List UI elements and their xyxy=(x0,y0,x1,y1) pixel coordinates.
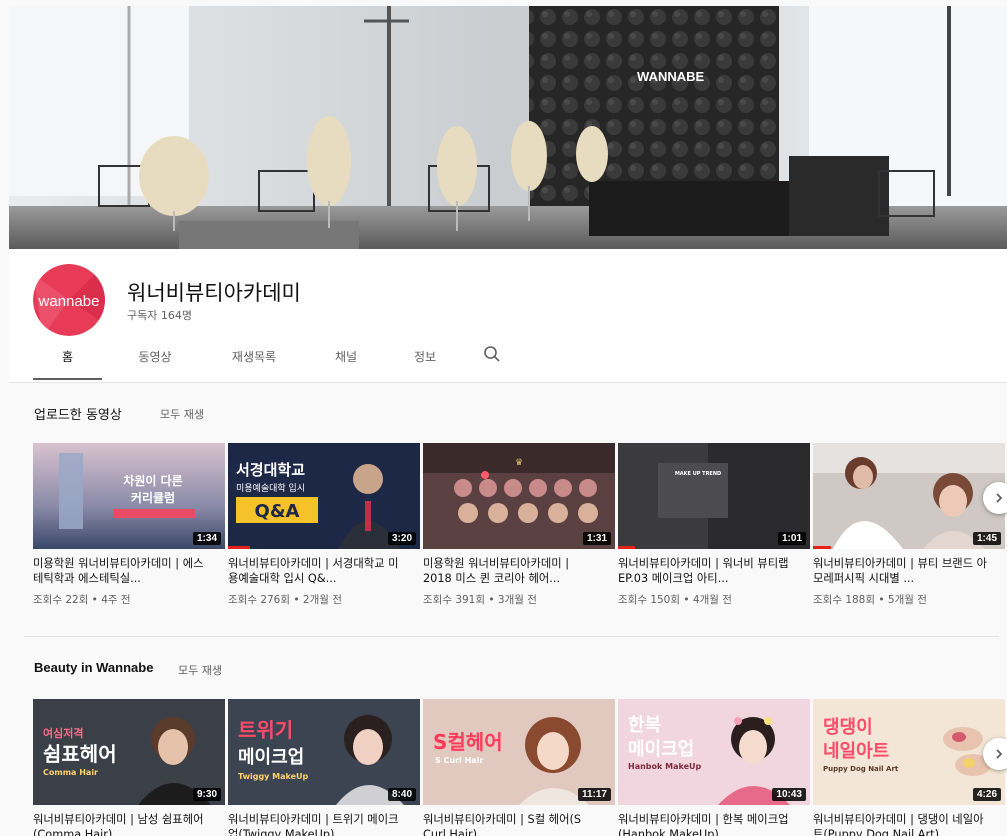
thumb-text: 차원이 다른 xyxy=(123,473,182,488)
chevron-right-icon xyxy=(993,745,1005,764)
thumb-text: 한복 xyxy=(628,715,661,736)
video-card[interactable]: 1:45 워너비뷰티아카데미 | 뷰티 브랜드 아모레퍼시픽 시대별 ... 조… xyxy=(813,443,1005,607)
video-meta: 조회수 188회 • 5개월 전 xyxy=(813,594,927,606)
video-thumbnail[interactable]: MAKE UP TREND 1:01 xyxy=(618,443,810,549)
video-duration: 1:01 xyxy=(777,532,806,545)
tab-home[interactable]: 홈 xyxy=(33,347,102,380)
shelf-next-button[interactable] xyxy=(983,482,1007,514)
video-card[interactable]: ♛ 1:31 미용학원 워너비뷰티아카데미 | 2018 미스 퀸 코리아 헤어… xyxy=(423,443,615,607)
video-card[interactable]: 트위기 메이크업 Twiggy MakeUp 8:40 워너비뷰티아카데미 | … xyxy=(228,699,420,836)
thumb-text: 네일아트 xyxy=(823,741,889,762)
thumb-text: S컬헤어 xyxy=(433,730,503,754)
thumb-text: 서경대학교 xyxy=(236,461,305,479)
video-card[interactable]: 여심저격 쉼표헤어 Comma Hair 9:30 워너비뷰티아카데미 | 남성… xyxy=(33,699,225,836)
video-thumbnail[interactable]: 댕댕이 네일아트 Puppy Dog Nail Art 4:26 xyxy=(813,699,1005,805)
channel-banner: WANNABE xyxy=(9,6,1007,249)
video-duration: 3:20 xyxy=(387,532,416,545)
video-card[interactable]: 차원이 다른 커리큘럼 1:34 미용학원 워너비뷰티아카데미 | 에스테틱학과… xyxy=(33,443,225,607)
video-thumbnail[interactable]: 차원이 다른 커리큘럼 1:34 xyxy=(33,443,225,549)
thumb-text: Q&A xyxy=(255,501,300,522)
video-duration: 1:31 xyxy=(582,532,611,545)
tab-about[interactable]: 정보 xyxy=(392,347,458,380)
channel-avatar[interactable]: wannabe xyxy=(33,264,105,336)
play-all-link[interactable]: 모두 재생 xyxy=(178,662,222,678)
channel-header: wannabe 워너비뷰티아카데미 구독자 164명 홈 동영상 재생목록 채널… xyxy=(9,249,1007,383)
video-meta: 조회수 391회 • 3개월 전 xyxy=(423,594,537,606)
avatar-text: wannabe xyxy=(38,293,100,310)
thumb-text: Hanbok MakeUp xyxy=(628,762,702,771)
video-duration: 10:43 xyxy=(772,788,806,801)
video-card[interactable]: 한복 메이크업 Hanbok MakeUp 10:43 워너비뷰티아카데미 | … xyxy=(618,699,810,836)
thumb-text: 여심저격 xyxy=(43,726,83,740)
watch-progress xyxy=(813,546,831,549)
video-thumbnail[interactable]: 한복 메이크업 Hanbok MakeUp 10:43 xyxy=(618,699,810,805)
video-title[interactable]: 워너비뷰티아카데미 | 남성 쉼표헤어(Comma Hair) xyxy=(33,812,209,836)
thumb-text: 커리큘럼 xyxy=(131,490,175,505)
video-card[interactable]: 댕댕이 네일아트 Puppy Dog Nail Art 4:26 워너비뷰티아카… xyxy=(813,699,1005,836)
thumb-text: S Curl Hair xyxy=(435,756,483,765)
video-title[interactable]: 워너비뷰티아카데미 | 뷰티 브랜드 아모레퍼시픽 시대별 ... xyxy=(813,556,989,586)
chevron-right-icon xyxy=(993,489,1005,508)
video-duration: 11:17 xyxy=(577,788,611,801)
video-card[interactable]: S컬헤어 S Curl Hair 11:17 워너비뷰티아카데미 | S컬 헤어… xyxy=(423,699,615,836)
video-meta: 조회수 276회 • 2개월 전 xyxy=(228,594,342,606)
video-title[interactable]: 워너비뷰티아카데미 | 한복 메이크업(Hanbok MakeUp) xyxy=(618,812,794,836)
thumb-text: MAKE UP TREND xyxy=(675,471,721,477)
video-thumbnail[interactable]: S컬헤어 S Curl Hair 11:17 xyxy=(423,699,615,805)
video-title[interactable]: 미용학원 워너비뷰티아카데미 | 에스테틱학과 에스테틱실... xyxy=(33,556,209,586)
video-duration: 9:30 xyxy=(192,788,221,801)
video-title[interactable]: 미용학원 워너비뷰티아카데미 | 2018 미스 퀸 코리아 헤어... xyxy=(423,556,599,586)
section-title-beauty[interactable]: Beauty in Wannabe xyxy=(34,660,153,675)
thumb-text: 트위기 xyxy=(238,718,293,742)
thumb-text: Comma Hair xyxy=(43,768,98,777)
tab-playlists[interactable]: 재생목록 xyxy=(208,347,300,380)
thumb-text: Puppy Dog Nail Art xyxy=(823,765,899,773)
video-duration: 1:45 xyxy=(972,532,1001,545)
play-all-link[interactable]: 모두 재생 xyxy=(160,406,204,422)
video-thumbnail[interactable]: 트위기 메이크업 Twiggy MakeUp 8:40 xyxy=(228,699,420,805)
video-title[interactable]: 워너비뷰티아카데미 | S컬 헤어(S Curl Hair) xyxy=(423,812,599,836)
thumb-text: Twiggy MakeUp xyxy=(238,772,309,781)
video-card[interactable]: MAKE UP TREND 1:01 워너비뷰티아카데미 | 워너비 뷰티랩 E… xyxy=(618,443,810,607)
video-thumbnail[interactable]: 여심저격 쉼표헤어 Comma Hair 9:30 xyxy=(33,699,225,805)
subscriber-count: 구독자 164명 xyxy=(127,309,192,322)
video-title[interactable]: 워너비뷰티아카데미 | 서경대학교 미용예술대학 입시 Q&... xyxy=(228,556,404,586)
video-meta: 조회수 22회 • 4주 전 xyxy=(33,594,131,606)
thumb-text: 쉼표헤어 xyxy=(43,742,117,766)
search-icon[interactable] xyxy=(483,345,503,365)
banner-brand-text: WANNABE xyxy=(637,69,704,84)
video-card[interactable]: 서경대학교 미용예술대학 입시 Q&A 3:20 워너비뷰티아카데미 | 서경대… xyxy=(228,443,420,607)
section-divider xyxy=(24,636,999,637)
channel-page: WANNABE wannabe 워너비뷰티아카데미 구독자 164명 홈 동영상… xyxy=(0,0,1007,836)
tab-channels[interactable]: 채널 xyxy=(300,347,392,380)
video-duration: 4:26 xyxy=(972,788,1001,801)
thumb-text: 메이크업 xyxy=(628,739,694,760)
video-thumbnail[interactable]: 서경대학교 미용예술대학 입시 Q&A 3:20 xyxy=(228,443,420,549)
channel-name[interactable]: 워너비뷰티아카데미 xyxy=(127,277,301,307)
tab-videos[interactable]: 동영상 xyxy=(102,347,208,380)
shelf-next-button[interactable] xyxy=(983,738,1007,770)
thumb-text: 메이크업 xyxy=(238,747,304,768)
section-title-uploads[interactable]: 업로드한 동영상 xyxy=(34,404,122,423)
video-thumbnail[interactable]: ♛ 1:31 xyxy=(423,443,615,549)
thumb-text: 댕댕이 xyxy=(823,717,873,738)
video-title[interactable]: 워너비뷰티아카데미 | 워너비 뷰티랩 EP.03 메이크업 아티... xyxy=(618,556,794,586)
video-title[interactable]: 워너비뷰티아카데미 | 댕댕이 네일아트(Puppy Dog Nail Art) xyxy=(813,812,989,836)
channel-tabs: 홈 동영상 재생목록 채널 정보 xyxy=(33,347,458,381)
video-meta: 조회수 150회 • 4개월 전 xyxy=(618,594,732,606)
svg-text:♛: ♛ xyxy=(515,458,523,468)
video-title[interactable]: 워너비뷰티아카데미 | 트위기 메이크업(Twiggy MakeUp) xyxy=(228,812,404,836)
video-thumbnail[interactable]: 1:45 xyxy=(813,443,1005,549)
thumb-text: 미용예술대학 입시 xyxy=(236,482,305,494)
watch-progress xyxy=(228,546,250,549)
video-duration: 8:40 xyxy=(387,788,416,801)
video-duration: 1:34 xyxy=(192,532,221,545)
watch-progress xyxy=(618,546,635,549)
